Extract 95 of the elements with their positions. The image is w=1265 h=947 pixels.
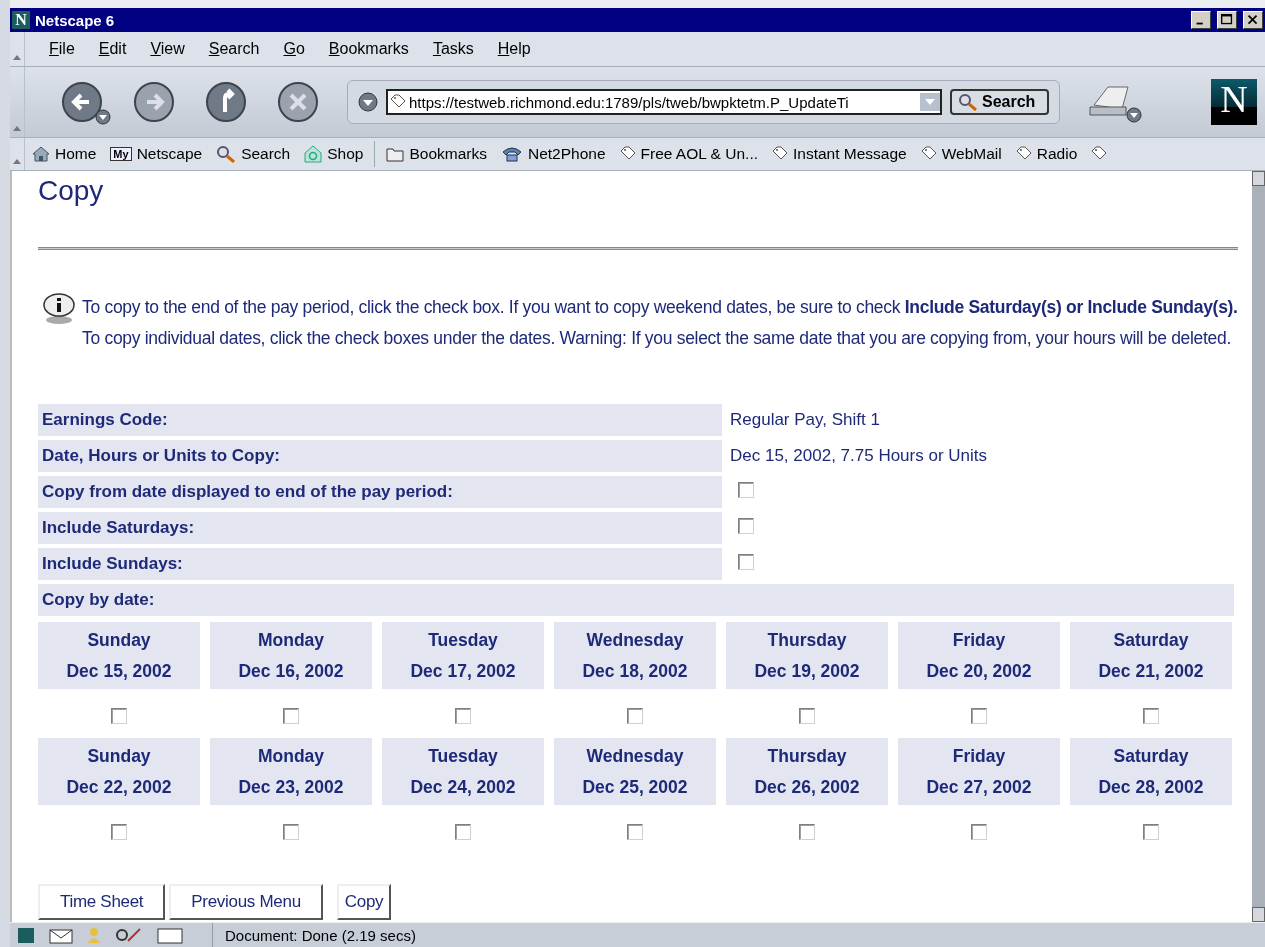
shop-icon xyxy=(304,145,323,163)
toolbar-link[interactable]: Home xyxy=(25,145,104,163)
checkbox[interactable] xyxy=(1143,708,1159,724)
search-icon xyxy=(216,145,237,163)
bookmark-icon xyxy=(1091,146,1108,162)
menu-item[interactable]: File xyxy=(49,40,75,58)
menu-item[interactable]: Go xyxy=(283,40,305,58)
collapse-arrow-icon[interactable] xyxy=(13,158,21,164)
reload-button[interactable] xyxy=(205,81,247,123)
section-label: Copy by date: xyxy=(42,590,155,610)
minimize-button[interactable] xyxy=(1191,11,1211,29)
checkbox[interactable] xyxy=(111,824,127,840)
toolbar-link[interactable]: Search xyxy=(209,145,298,163)
dropdown-icon[interactable] xyxy=(95,109,111,125)
bookmark-icon xyxy=(619,146,636,162)
close-button[interactable] xyxy=(1243,11,1263,29)
bookmark-icon xyxy=(772,146,788,162)
checkbox[interactable] xyxy=(738,481,754,498)
day-header: Sunday Dec 15, 2002 xyxy=(38,622,200,689)
day-header: Monday Dec 16, 2002 xyxy=(210,622,372,689)
day-header: Thursday Dec 26, 2002 xyxy=(726,738,888,805)
field-label: Earnings Code: xyxy=(42,410,168,430)
status-text: Document: Done (2.19 secs) xyxy=(212,923,875,947)
my-icon: My xyxy=(110,147,132,161)
checkbox[interactable] xyxy=(627,708,643,724)
checkbox[interactable] xyxy=(738,553,754,570)
day-header: Tuesday Dec 17, 2002 xyxy=(382,622,544,689)
bookmark-icon xyxy=(1015,146,1032,162)
day-header: Wednesday Dec 18, 2002 xyxy=(554,622,716,689)
day-header: Monday Dec 23, 2002 xyxy=(210,738,372,805)
toolbar-link[interactable]: Radio xyxy=(1008,145,1085,163)
checkbox[interactable] xyxy=(455,708,471,724)
toolbar-link[interactable]: Net2Phone xyxy=(494,145,613,163)
info-icon xyxy=(42,292,76,326)
menu-item[interactable]: Edit xyxy=(98,40,127,58)
toolbar-link[interactable]: Shop xyxy=(297,145,371,163)
phone-icon xyxy=(501,146,523,162)
form-button[interactable]: Previous Menu xyxy=(169,884,323,920)
day-header: Thursday Dec 19, 2002 xyxy=(726,622,888,689)
checkbox[interactable] xyxy=(971,824,987,840)
search-icon xyxy=(958,93,978,111)
checkbox[interactable] xyxy=(283,824,299,840)
bookmark-icon xyxy=(390,94,406,110)
checkbox[interactable] xyxy=(738,517,754,534)
checkbox[interactable] xyxy=(111,708,127,724)
toolbar-link[interactable]: Free AOL & Un... xyxy=(612,145,765,163)
field-value: Regular Pay, Shift 1 xyxy=(730,410,880,429)
folder-icon xyxy=(386,146,405,162)
window-title: Netscape 6 xyxy=(35,11,116,29)
scrollbar[interactable] xyxy=(1252,171,1265,922)
form-button[interactable]: Time Sheet xyxy=(38,884,166,920)
menu-item[interactable]: Search xyxy=(208,40,260,58)
checkbox[interactable] xyxy=(971,708,987,724)
page-heading: Copy xyxy=(38,175,104,207)
day-header: Saturday Dec 21, 2002 xyxy=(1070,622,1232,689)
dropdown-icon[interactable] xyxy=(358,92,378,112)
menu-item[interactable]: Tasks xyxy=(432,40,474,58)
field-label: Include Saturdays: xyxy=(42,518,195,538)
day-header: Friday Dec 27, 2002 xyxy=(898,738,1060,805)
back-button[interactable] xyxy=(61,81,103,123)
url-field[interactable]: https://testweb.richmond.edu:1789/pls/tweb/bwpktetm.P_UpdateTi xyxy=(386,89,942,115)
day-header: Tuesday Dec 24, 2002 xyxy=(382,738,544,805)
field-label: Copy from date displayed to end of the pay period: xyxy=(42,482,453,502)
toolbar-link[interactable]: Instant Message xyxy=(765,145,914,163)
app-logo: N xyxy=(12,11,30,29)
day-header: Sunday Dec 22, 2002 xyxy=(38,738,200,805)
forward-button[interactable] xyxy=(133,81,175,123)
menu-item[interactable]: Bookmarks xyxy=(328,40,409,58)
day-header: Wednesday Dec 25, 2002 xyxy=(554,738,716,805)
checkbox[interactable] xyxy=(455,824,471,840)
collapse-arrow-icon[interactable] xyxy=(13,54,21,60)
menu-item[interactable]: Help xyxy=(497,40,531,58)
stop-button[interactable] xyxy=(277,81,319,123)
toolbar-link[interactable]: WebMail xyxy=(913,145,1009,163)
instructions-text: To copy to the end of the pay period, click the check box. If you want to copy weekend dates, be sure to check Include Saturday(s) or Include Sunday(s). To copy individual dates, click the check boxes under the dates. Warning: If you select the same date that you are copying from, your hours will be deleted. xyxy=(82,296,1238,350)
checkbox[interactable] xyxy=(627,824,643,840)
form-button[interactable]: Copy xyxy=(336,884,392,920)
toolbar-link[interactable]: Bookmarks xyxy=(379,145,494,163)
field-label: Include Sundays: xyxy=(42,554,183,574)
field-value: Dec 15, 2002, 7.75 Hours or Units xyxy=(730,446,988,465)
checkbox[interactable] xyxy=(283,708,299,724)
app-logo[interactable]: N xyxy=(1211,79,1257,125)
checkbox[interactable] xyxy=(799,708,815,724)
checkbox[interactable] xyxy=(799,824,815,840)
toolbar-link[interactable]: My Netscape xyxy=(103,145,210,163)
menu-item[interactable]: View xyxy=(150,40,185,58)
checkbox[interactable] xyxy=(1143,824,1159,840)
collapse-arrow-icon[interactable] xyxy=(13,125,21,131)
day-header: Saturday Dec 28, 2002 xyxy=(1070,738,1232,805)
field-label: Date, Hours or Units to Copy: xyxy=(42,446,280,466)
home-icon xyxy=(32,146,50,162)
maximize-button[interactable] xyxy=(1217,11,1237,29)
search-button[interactable]: Search xyxy=(950,89,1050,115)
bookmark-icon xyxy=(920,146,937,162)
day-header: Friday Dec 20, 2002 xyxy=(898,622,1060,689)
